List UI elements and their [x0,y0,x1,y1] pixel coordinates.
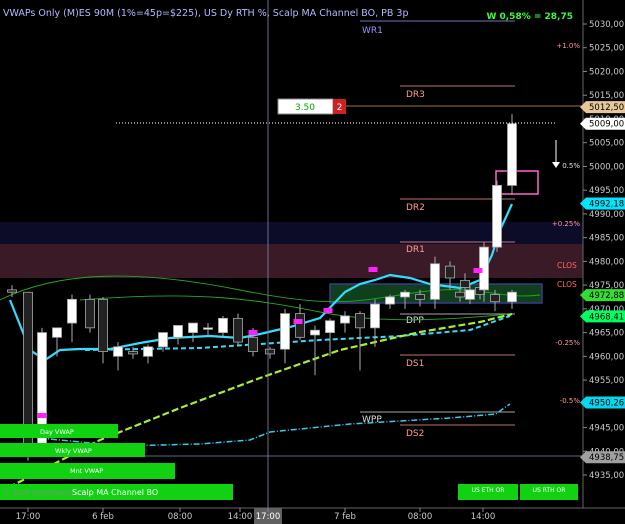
candle-body [430,263,440,300]
price-tick-label: 4995,00 [589,186,624,196]
price-tick-label: 5005,00 [589,139,624,149]
candle-body [280,313,290,350]
time-tick-label: 14:00 [471,512,496,522]
price-tick-label: 4990,00 [589,210,624,220]
price-tick-label: 5025,00 [589,44,624,54]
pivot-label-dr1: DR1 [406,245,425,255]
pivot-label-ds2: DS2 [406,429,424,439]
pivot-label-dr3: DR3 [406,90,425,100]
candle-body [455,291,465,298]
time-tick-label: 17:00 [16,512,41,522]
candle-body [355,313,365,329]
time-tick-label: 6 feb [92,512,114,522]
candle-body [490,294,500,303]
price-marker-label: 4950,26 [589,399,624,409]
time-tick-label: 08:00 [168,512,193,522]
candle-body [113,346,123,357]
price-tick-label: 4935,00 [589,471,624,481]
pct-label: +0.25% [552,220,580,228]
close-zone [0,244,583,278]
price-marker-label: 4992,18 [589,200,624,210]
pnl-readout: W 0,58% = 28,75 [486,12,573,22]
candle-body [85,298,95,329]
candle-body [98,298,108,352]
pivot-label-dpp: DPP [406,316,424,326]
pivot-label-wr1: WR1 [362,26,383,36]
order-count[interactable]: 2 [337,103,343,113]
candle-body [248,336,258,352]
candle-body [265,348,275,355]
candle-body [507,291,517,303]
signal-marker [368,267,378,272]
candle-body [340,315,350,324]
close-label-2: CLOS [557,280,577,289]
price-tick-label: 5030,00 [589,20,624,30]
price-marker-label: 4968,41 [589,312,624,322]
candle-body [218,317,228,333]
pct-label: 0.5% [562,162,580,170]
candle-body [415,294,425,300]
signal-marker [248,330,258,335]
candle-body [460,279,470,288]
order-price[interactable]: 3.50 [295,103,315,113]
pivot-label-ds1: DS1 [406,359,424,369]
pct-label: -0.5% [560,397,581,405]
candle-body [445,265,455,279]
time-tick-label: 17:00 [256,512,281,522]
price-tick-label: 5000,00 [589,162,624,172]
candle-body [7,289,17,293]
candle-body [203,327,213,330]
time-tick-label: 08:00 [408,512,433,522]
price-marker-label: 4972,88 [589,291,624,301]
price-tick-label: 4980,00 [589,257,624,267]
candle-body [188,322,198,333]
candle-body [400,291,410,298]
price-marker-label: 5012,50 [589,103,624,113]
signal-marker [323,308,333,313]
close-label-1: CLOS [557,261,577,270]
candle-body [385,296,395,305]
price-marker-label: 4938,75 [589,453,624,463]
pivot-label-dr2: DR2 [406,203,425,213]
price-tick-label: 4965,00 [589,329,624,339]
us-rth-or-label[interactable]: US RTH OR [533,487,566,494]
price-tick-label: 5020,00 [589,67,624,77]
candle-body [295,313,305,338]
pct-label: -0.25% [555,339,580,347]
time-tick-label: 14:00 [228,512,253,522]
price-marker-label: 5009,00 [589,120,624,130]
signal-marker [473,268,483,273]
weekly-vwap-label: Wkly VWAP [55,447,92,455]
candle-body [158,332,168,348]
candle-body [370,303,380,329]
candle-body [173,325,183,338]
candle-body [325,320,335,333]
chart-title: VWAPs Only (M)ES 90M (1%=45p=$225), US D… [3,8,409,19]
price-tick-label: 4960,00 [589,352,624,362]
monthly-vwap-label: Mnt VWAP [70,467,103,475]
candle-body [492,185,502,248]
candle-body [52,327,62,338]
us-eth-or-label[interactable]: US ETH OR [472,487,505,494]
price-tick-label: 4985,00 [589,234,624,244]
candle-body [67,298,77,324]
candle-body [143,346,153,357]
price-tick-label: 4945,00 [589,424,624,434]
time-tick-label: 7 feb [334,512,356,522]
candle-body [128,351,138,355]
signal-marker [37,413,47,418]
price-tick-label: 5015,00 [589,91,624,101]
candle-body [233,317,243,343]
indicator-label: Scalp MA Channel BO [72,488,158,497]
candle-body [310,329,320,336]
pct-label: +1.0% [556,42,580,50]
candle-body [507,123,517,186]
signal-marker [293,319,303,324]
candle-body [465,289,475,300]
price-tick-label: 4955,00 [589,376,624,386]
day-vwap-label: Day VWAP [40,428,74,436]
price-chart[interactable]: WR1DR3DR2DR1DPPDS1WPPDS2CLOSCLOS+1.0%0.5… [0,0,625,524]
